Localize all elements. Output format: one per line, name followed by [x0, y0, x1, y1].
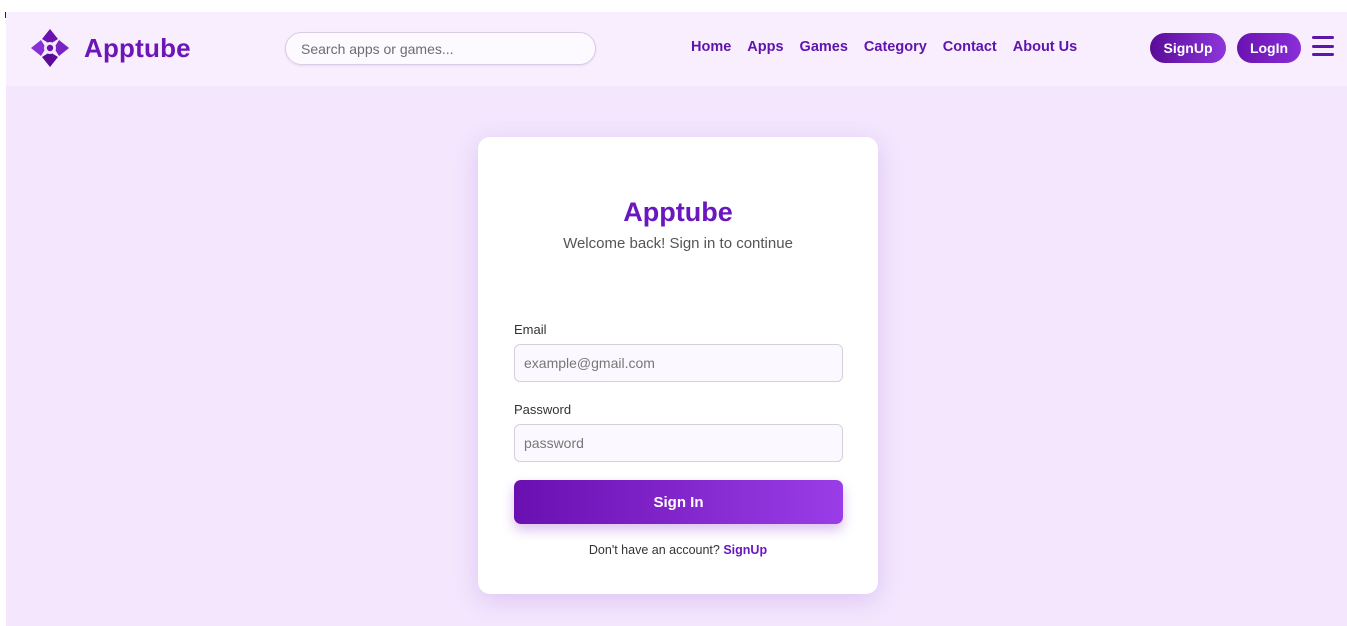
- no-account-text: Don't have an account?: [588, 543, 720, 557]
- top-navbar: Apptube Home Apps Games Category Contact…: [6, 12, 1347, 86]
- search-input[interactable]: [285, 32, 596, 65]
- nav-games[interactable]: Games: [800, 39, 848, 55]
- nav-apps[interactable]: Apps: [747, 39, 783, 55]
- signup-prompt: Don't have an account? SignUp: [478, 543, 878, 557]
- sign-in-button[interactable]: Sign In: [514, 480, 843, 524]
- nav-category[interactable]: Category: [864, 39, 927, 55]
- brand[interactable]: Apptube: [30, 28, 191, 68]
- nav-contact[interactable]: Contact: [943, 39, 997, 55]
- login-button[interactable]: LogIn: [1237, 33, 1301, 63]
- email-field[interactable]: [514, 344, 843, 382]
- nav-home[interactable]: Home: [691, 39, 731, 55]
- card-subtitle: Welcome back! Sign in to continue: [563, 235, 793, 252]
- card-title: Apptube: [623, 197, 733, 227]
- page: Apptube Home Apps Games Category Contact…: [6, 12, 1347, 626]
- login-card: Apptube Welcome back! Sign in to continu…: [478, 137, 878, 594]
- brand-name: Apptube: [84, 32, 191, 63]
- apptube-logo-icon: [31, 29, 69, 67]
- hamburger-menu-icon[interactable]: [1312, 36, 1334, 56]
- email-label: Email: [514, 322, 547, 337]
- signup-button[interactable]: SignUp: [1150, 33, 1226, 63]
- password-label: Password: [514, 402, 572, 417]
- signup-link[interactable]: SignUp: [723, 543, 767, 557]
- main-nav: Home Apps Games Category Contact About U…: [691, 39, 1077, 55]
- password-field[interactable]: [514, 424, 843, 462]
- nav-about-us[interactable]: About Us: [1013, 39, 1077, 55]
